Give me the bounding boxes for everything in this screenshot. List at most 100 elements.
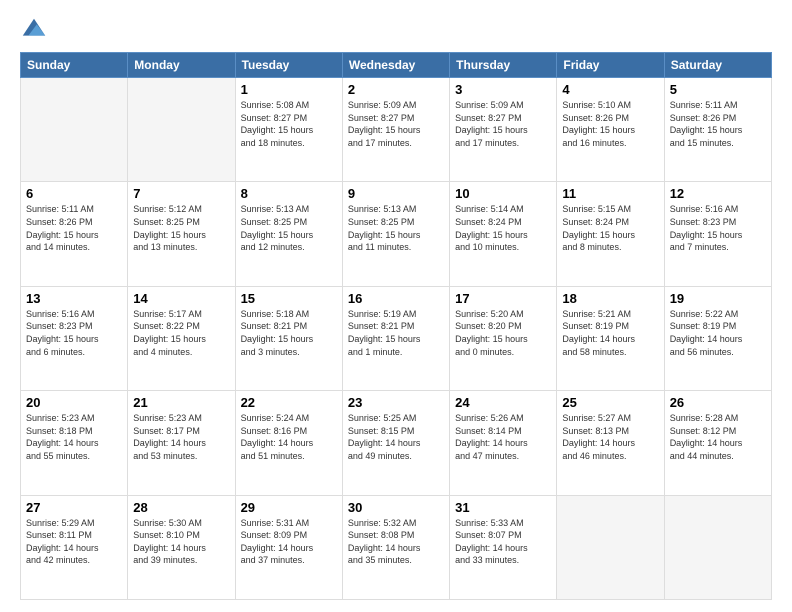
day-number: 4: [562, 82, 658, 97]
calendar-cell: 22Sunrise: 5:24 AM Sunset: 8:16 PM Dayli…: [235, 391, 342, 495]
day-number: 14: [133, 291, 229, 306]
calendar-cell: [557, 495, 664, 599]
day-detail: Sunrise: 5:12 AM Sunset: 8:25 PM Dayligh…: [133, 203, 229, 253]
calendar-cell: [128, 78, 235, 182]
day-detail: Sunrise: 5:11 AM Sunset: 8:26 PM Dayligh…: [26, 203, 122, 253]
day-detail: Sunrise: 5:27 AM Sunset: 8:13 PM Dayligh…: [562, 412, 658, 462]
day-number: 7: [133, 186, 229, 201]
day-detail: Sunrise: 5:10 AM Sunset: 8:26 PM Dayligh…: [562, 99, 658, 149]
day-number: 26: [670, 395, 766, 410]
calendar-cell: 30 Sunrise: 5:32 AM Sunset: 8:08 PM Dayli…: [342, 495, 449, 599]
day-number: 5: [670, 82, 766, 97]
weekday-row: SundayMondayTuesdayWednesdayThursdayFrid…: [21, 53, 772, 78]
day-number: 17: [455, 291, 551, 306]
week-row-2: 6 Sunrise: 5:11 AM Sunset: 8:26 PM Daylig…: [21, 182, 772, 286]
day-number: 18: [562, 291, 658, 306]
calendar-header: SundayMondayTuesdayWednesdayThursdayFrid…: [21, 53, 772, 78]
calendar-cell: [664, 495, 771, 599]
calendar-cell: 26 Sunrise: 5:28 AM Sunset: 8:12 PM Dayli…: [664, 391, 771, 495]
calendar-cell: 24 Sunrise: 5:26 AM Sunset: 8:14 PM Dayli…: [450, 391, 557, 495]
weekday-header-saturday: Saturday: [664, 53, 771, 78]
day-number: 20: [26, 395, 122, 410]
day-detail: Sunrise: 5:13 AM Sunset: 8:25 PM Dayligh…: [348, 203, 444, 253]
calendar-cell: 25 Sunrise: 5:27 AM Sunset: 8:13 PM Dayli…: [557, 391, 664, 495]
day-number: 2: [348, 82, 444, 97]
page: SundayMondayTuesdayWednesdayThursdayFrid…: [0, 0, 792, 612]
week-row-3: 13 Sunrise: 5:16 AM Sunset: 8:23 PM Dayli…: [21, 286, 772, 390]
calendar-cell: 4 Sunrise: 5:10 AM Sunset: 8:26 PM Daylig…: [557, 78, 664, 182]
calendar-cell: 13 Sunrise: 5:16 AM Sunset: 8:23 PM Dayli…: [21, 286, 128, 390]
calendar-cell: 12Sunrise: 5:16 AM Sunset: 8:23 PM Dayli…: [664, 182, 771, 286]
day-detail: Sunrise: 5:23 AM Sunset: 8:18 PM Dayligh…: [26, 412, 122, 462]
calendar-cell: 20 Sunrise: 5:23 AM Sunset: 8:18 PM Dayli…: [21, 391, 128, 495]
calendar-cell: 5 Sunrise: 5:11 AM Sunset: 8:26 PM Daylig…: [664, 78, 771, 182]
day-detail: Sunrise: 5:19 AM Sunset: 8:21 PM Dayligh…: [348, 308, 444, 358]
day-detail: Sunrise: 5:33 AM Sunset: 8:07 PM Dayligh…: [455, 517, 551, 567]
calendar-cell: 11 Sunrise: 5:15 AM Sunset: 8:24 PM Dayli…: [557, 182, 664, 286]
day-detail: Sunrise: 5:24 AM Sunset: 8:16 PM Dayligh…: [241, 412, 337, 462]
calendar-cell: 7 Sunrise: 5:12 AM Sunset: 8:25 PM Daylig…: [128, 182, 235, 286]
calendar-cell: 10Sunrise: 5:14 AM Sunset: 8:24 PM Dayli…: [450, 182, 557, 286]
calendar-cell: 9 Sunrise: 5:13 AM Sunset: 8:25 PM Daylig…: [342, 182, 449, 286]
day-detail: Sunrise: 5:26 AM Sunset: 8:14 PM Dayligh…: [455, 412, 551, 462]
day-detail: Sunrise: 5:23 AM Sunset: 8:17 PM Dayligh…: [133, 412, 229, 462]
day-number: 13: [26, 291, 122, 306]
day-detail: Sunrise: 5:29 AM Sunset: 8:11 PM Dayligh…: [26, 517, 122, 567]
calendar-cell: 28 Sunrise: 5:30 AM Sunset: 8:10 PM Dayli…: [128, 495, 235, 599]
week-row-1: 1 Sunrise: 5:08 AM Sunset: 8:27 PM Daylig…: [21, 78, 772, 182]
calendar-cell: 31Sunrise: 5:33 AM Sunset: 8:07 PM Dayli…: [450, 495, 557, 599]
day-detail: Sunrise: 5:08 AM Sunset: 8:27 PM Dayligh…: [241, 99, 337, 149]
day-number: 16: [348, 291, 444, 306]
calendar-cell: 29 Sunrise: 5:31 AM Sunset: 8:09 PM Dayli…: [235, 495, 342, 599]
day-number: 30: [348, 500, 444, 515]
day-number: 8: [241, 186, 337, 201]
calendar-cell: 19Sunrise: 5:22 AM Sunset: 8:19 PM Dayli…: [664, 286, 771, 390]
weekday-header-tuesday: Tuesday: [235, 53, 342, 78]
calendar-cell: 17 Sunrise: 5:20 AM Sunset: 8:20 PM Dayli…: [450, 286, 557, 390]
day-detail: Sunrise: 5:16 AM Sunset: 8:23 PM Dayligh…: [26, 308, 122, 358]
calendar-cell: 14 Sunrise: 5:17 AM Sunset: 8:22 PM Dayli…: [128, 286, 235, 390]
day-detail: Sunrise: 5:22 AM Sunset: 8:19 PM Dayligh…: [670, 308, 766, 358]
day-detail: Sunrise: 5:16 AM Sunset: 8:23 PM Dayligh…: [670, 203, 766, 253]
day-number: 3: [455, 82, 551, 97]
day-number: 11: [562, 186, 658, 201]
week-row-5: 27 Sunrise: 5:29 AM Sunset: 8:11 PM Dayli…: [21, 495, 772, 599]
day-number: 27: [26, 500, 122, 515]
calendar-cell: [21, 78, 128, 182]
day-detail: Sunrise: 5:32 AM Sunset: 8:08 PM Dayligh…: [348, 517, 444, 567]
day-detail: Sunrise: 5:18 AM Sunset: 8:21 PM Dayligh…: [241, 308, 337, 358]
day-detail: Sunrise: 5:28 AM Sunset: 8:12 PM Dayligh…: [670, 412, 766, 462]
calendar-cell: 3 Sunrise: 5:09 AM Sunset: 8:27 PM Daylig…: [450, 78, 557, 182]
logo: [20, 16, 52, 44]
week-row-4: 20 Sunrise: 5:23 AM Sunset: 8:18 PM Dayli…: [21, 391, 772, 495]
calendar-cell: 21 Sunrise: 5:23 AM Sunset: 8:17 PM Dayli…: [128, 391, 235, 495]
day-detail: Sunrise: 5:25 AM Sunset: 8:15 PM Dayligh…: [348, 412, 444, 462]
day-number: 28: [133, 500, 229, 515]
day-number: 6: [26, 186, 122, 201]
calendar-cell: 2Sunrise: 5:09 AM Sunset: 8:27 PM Daylig…: [342, 78, 449, 182]
calendar-cell: 6 Sunrise: 5:11 AM Sunset: 8:26 PM Daylig…: [21, 182, 128, 286]
weekday-header-thursday: Thursday: [450, 53, 557, 78]
day-detail: Sunrise: 5:20 AM Sunset: 8:20 PM Dayligh…: [455, 308, 551, 358]
day-number: 23: [348, 395, 444, 410]
weekday-header-monday: Monday: [128, 53, 235, 78]
calendar-cell: 18Sunrise: 5:21 AM Sunset: 8:19 PM Dayli…: [557, 286, 664, 390]
logo-icon: [20, 16, 48, 44]
calendar-cell: 15 Sunrise: 5:18 AM Sunset: 8:21 PM Dayli…: [235, 286, 342, 390]
day-detail: Sunrise: 5:15 AM Sunset: 8:24 PM Dayligh…: [562, 203, 658, 253]
calendar-cell: 8Sunrise: 5:13 AM Sunset: 8:25 PM Daylig…: [235, 182, 342, 286]
day-detail: Sunrise: 5:31 AM Sunset: 8:09 PM Dayligh…: [241, 517, 337, 567]
day-detail: Sunrise: 5:30 AM Sunset: 8:10 PM Dayligh…: [133, 517, 229, 567]
day-number: 21: [133, 395, 229, 410]
day-number: 9: [348, 186, 444, 201]
day-number: 15: [241, 291, 337, 306]
day-number: 25: [562, 395, 658, 410]
calendar-cell: 1 Sunrise: 5:08 AM Sunset: 8:27 PM Daylig…: [235, 78, 342, 182]
day-detail: Sunrise: 5:09 AM Sunset: 8:27 PM Dayligh…: [455, 99, 551, 149]
day-number: 1: [241, 82, 337, 97]
day-detail: Sunrise: 5:17 AM Sunset: 8:22 PM Dayligh…: [133, 308, 229, 358]
day-number: 29: [241, 500, 337, 515]
day-detail: Sunrise: 5:11 AM Sunset: 8:26 PM Dayligh…: [670, 99, 766, 149]
day-number: 24: [455, 395, 551, 410]
calendar-body: 1 Sunrise: 5:08 AM Sunset: 8:27 PM Daylig…: [21, 78, 772, 600]
